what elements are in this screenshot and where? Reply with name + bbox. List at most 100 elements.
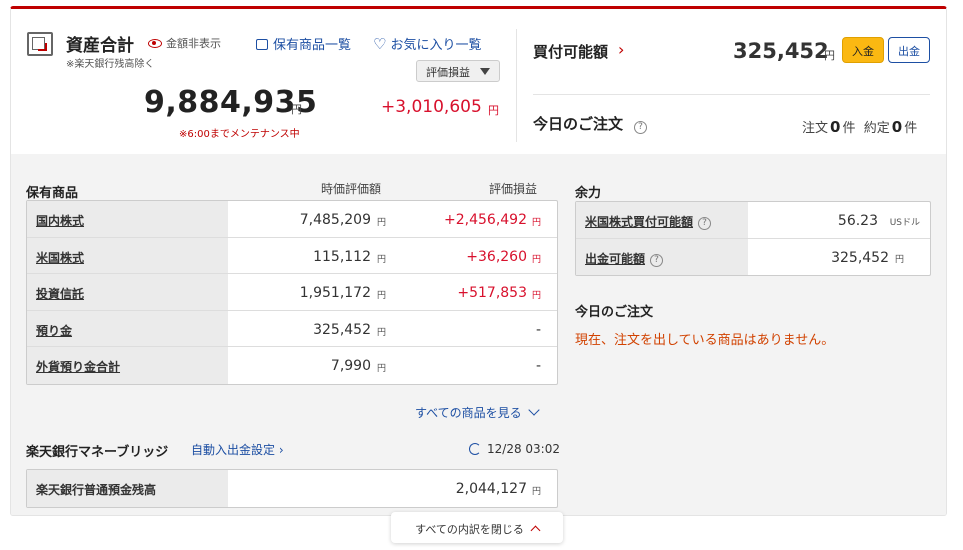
favorites-list-link[interactable]: ♡ お気に入り一覧	[373, 34, 482, 54]
deposit-button[interactable]: 入金	[842, 37, 884, 63]
table-row: 預り金 325,452 円 -	[27, 310, 557, 348]
table-row: 投資信託 1,951,172 円 +517,853 円	[27, 274, 557, 311]
pl-select-label: 評価損益	[426, 66, 470, 79]
table-row: 米国株式買付可能額? 56.23 USドル	[576, 202, 930, 239]
holdings-title: 保有商品	[26, 186, 79, 201]
row-value: 325,452	[313, 321, 371, 338]
see-all-label: すべての商品を見る	[415, 406, 522, 420]
summary-panel: 資産合計 ※楽天銀行残高除く 金額非表示 保有商品一覧 ♡ お気に入り一覧 評価損…	[11, 9, 946, 154]
see-all-holdings-link[interactable]: すべての商品を見る	[415, 404, 540, 421]
today-order-detail-title: 今日のご注文	[575, 305, 654, 320]
chevron-up-icon	[530, 525, 541, 536]
row-value: 7,485,209	[299, 212, 371, 228]
table-row: 外貨預り金合計 7,990 円 -	[27, 347, 557, 384]
row-label-fund[interactable]: 投資信託	[27, 274, 228, 310]
us-buying-power-unit: USドル	[889, 218, 920, 228]
bank-excluded-note: ※楽天銀行残高除く	[66, 59, 155, 70]
row-pl-yen: 円	[531, 291, 541, 302]
holdings-list-link[interactable]: 保有商品一覧	[256, 34, 351, 53]
chevron-down-icon	[528, 404, 540, 416]
list-icon	[256, 39, 268, 50]
divider	[533, 94, 930, 95]
col-pl: 評価損益	[489, 182, 538, 196]
row-pl: +517,853	[457, 285, 527, 302]
bridge-row-value: 2,044,127	[455, 481, 527, 497]
chevron-right-icon[interactable]: ›	[618, 40, 624, 59]
refresh-button[interactable]: 12/28 03:02	[469, 442, 560, 456]
us-buying-power-label[interactable]: 米国株式買付可能額?	[576, 202, 748, 238]
close-breakdown-button[interactable]: すべての内訳を閉じる	[391, 512, 563, 543]
table-row: 国内株式 7,485,209 円 +2,456,492 円	[27, 201, 557, 238]
asset-total-title: 資産合計	[66, 36, 134, 56]
asset-summary-card: 資産合計 ※楽天銀行残高除く 金額非表示 保有商品一覧 ♡ お気に入り一覧 評価損…	[10, 6, 947, 516]
total-pl-yen: 円	[488, 104, 499, 117]
withdrawable-value: 325,452	[831, 249, 889, 266]
row-pl: -	[535, 358, 541, 375]
close-breakdown-label: すべての内訳を閉じる	[415, 523, 524, 536]
row-yen: 円	[376, 364, 386, 375]
heart-icon: ♡	[373, 35, 387, 53]
total-asset-yen: 円	[291, 103, 302, 116]
row-pl: -	[535, 321, 541, 338]
eye-icon	[148, 39, 162, 48]
row-value: 115,112	[313, 248, 371, 265]
order-counts: 注文 0 件 約定 0 件	[802, 117, 917, 136]
margin-table: 米国株式買付可能額? 56.23 USドル 出金可能額? 325,452 円	[575, 201, 931, 276]
table-row: 楽天銀行普通預金残高 2,044,127 円	[27, 470, 557, 507]
buying-power-value: 325,452	[733, 39, 829, 63]
row-label-us[interactable]: 米国株式	[27, 237, 228, 274]
us-buying-power-text: 米国株式買付可能額	[585, 215, 694, 229]
row-label-fx-deposit[interactable]: 外貨預り金合計	[27, 347, 228, 384]
row-pl-yen: 円	[531, 218, 541, 228]
auto-transfer-link[interactable]: 自動入出金設定 ›	[191, 441, 284, 458]
buying-power-title[interactable]: 買付可能額	[533, 41, 608, 62]
row-yen: 円	[376, 218, 386, 228]
maintenance-notice: ※6:00までメンテナンス中	[179, 129, 300, 140]
row-pl: +36,260	[466, 248, 527, 265]
row-value: 7,990	[330, 358, 371, 375]
row-yen: 円	[376, 291, 386, 302]
row-label-domestic[interactable]: 国内株式	[27, 201, 228, 237]
bridge-table: 楽天銀行普通預金残高 2,044,127 円	[26, 469, 558, 508]
total-pl-value: +3,010,605	[381, 97, 482, 117]
order-unit: 件	[842, 121, 856, 136]
help-icon[interactable]: ?	[650, 253, 664, 267]
row-yen: 円	[376, 327, 386, 338]
col-market-value: 時価評価額	[321, 182, 382, 196]
bridge-row-label: 楽天銀行普通預金残高	[27, 470, 228, 507]
bridge-row-yen: 円	[531, 487, 541, 497]
withdraw-button[interactable]: 出金	[888, 37, 930, 63]
row-value: 1,951,172	[299, 285, 371, 302]
hide-amount-toggle[interactable]: 金額非表示	[148, 35, 221, 51]
asset-icon	[27, 32, 53, 56]
order-count: 0	[830, 118, 841, 136]
pl-type-select[interactable]: 評価損益	[416, 60, 500, 82]
updated-time: 12/28 03:02	[487, 442, 560, 456]
filled-unit: 件	[904, 121, 918, 136]
row-label-deposit[interactable]: 預り金	[27, 310, 228, 347]
filled-count: 0	[891, 118, 903, 136]
help-icon[interactable]: ?	[698, 217, 712, 230]
today-order-help[interactable]: ?	[634, 115, 647, 134]
row-pl-yen: 円	[531, 254, 541, 265]
favorites-list-label: お気に入り一覧	[390, 38, 482, 53]
holdings-list-label: 保有商品一覧	[273, 38, 352, 53]
table-row: 出金可能額? 325,452 円	[576, 238, 930, 275]
withdrawable-label[interactable]: 出金可能額?	[576, 238, 748, 275]
detail-panel: 保有商品 時価評価額 評価損益 国内株式 7,485,209 円 +2,456,…	[11, 154, 946, 515]
order-label: 注文	[802, 121, 829, 136]
refresh-icon	[469, 443, 481, 455]
caret-down-icon	[480, 68, 490, 75]
row-yen: 円	[376, 254, 386, 265]
no-order-message: 現在、注文を出している商品はありません。	[575, 333, 835, 348]
help-icon: ?	[634, 121, 647, 134]
row-pl: +2,456,492	[444, 212, 527, 228]
withdrawable-text: 出金可能額	[585, 251, 646, 266]
us-buying-power-value: 56.23	[837, 213, 878, 229]
table-row: 米国株式 115,112 円 +36,260 円	[27, 237, 557, 275]
divider	[516, 29, 517, 142]
filled-label: 約定	[863, 121, 890, 136]
today-order-title: 今日のご注文	[533, 115, 624, 133]
margin-title: 余力	[575, 186, 602, 201]
withdrawable-unit: 円	[894, 254, 904, 265]
